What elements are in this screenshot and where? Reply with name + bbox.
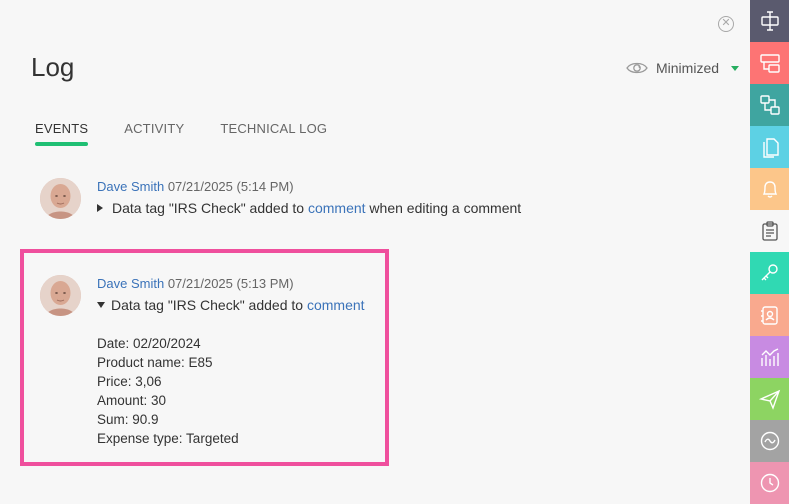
sidebar-button-layout[interactable] bbox=[750, 42, 789, 84]
right-toolbar bbox=[750, 0, 789, 504]
avatar[interactable] bbox=[40, 275, 81, 316]
sidebar-button-history[interactable] bbox=[750, 462, 789, 504]
view-mode-dropdown[interactable]: Minimized bbox=[626, 57, 740, 79]
sidebar-button-notifications[interactable] bbox=[750, 168, 789, 210]
avatar[interactable] bbox=[40, 178, 81, 219]
chevron-down-icon bbox=[731, 65, 740, 71]
entry-header: Dave Smith 07/21/2025 (5:14 PM) bbox=[97, 179, 294, 194]
sidebar-button-activity[interactable] bbox=[750, 420, 789, 462]
message-suffix: when editing a comment bbox=[365, 200, 522, 216]
connect-icon bbox=[759, 95, 780, 115]
key-icon bbox=[761, 264, 778, 281]
bell-icon bbox=[762, 181, 777, 198]
entry-details: Date: 02/20/2024 Product name: E85 Price… bbox=[97, 334, 239, 448]
entry-timestamp: 07/21/2025 (5:13 PM) bbox=[167, 276, 294, 291]
close-button[interactable]: ✕ bbox=[718, 16, 734, 32]
detail-expense-type: Expense type: Targeted bbox=[97, 431, 239, 446]
text-cursor-icon bbox=[760, 11, 779, 31]
eye-icon bbox=[626, 62, 648, 74]
sidebar-button-analytics[interactable] bbox=[750, 336, 789, 378]
log-tabs: EVENTS ACTIVITY TECHNICAL LOG bbox=[35, 121, 363, 146]
sidebar-button-key[interactable] bbox=[750, 252, 789, 294]
entry-timestamp: 07/21/2025 (5:14 PM) bbox=[167, 179, 294, 194]
detail-date: Date: 02/20/2024 bbox=[97, 336, 201, 351]
author-link[interactable]: Dave Smith bbox=[97, 179, 164, 194]
message-text: Data tag "IRS Check" added to bbox=[111, 297, 307, 313]
sidebar-button-contacts[interactable] bbox=[750, 294, 789, 336]
sidebar-button-text-cursor[interactable] bbox=[750, 0, 789, 42]
tab-events[interactable]: EVENTS bbox=[35, 121, 89, 146]
collapse-arrow-icon[interactable] bbox=[97, 302, 105, 308]
clock-icon bbox=[760, 473, 779, 493]
documents-icon bbox=[762, 138, 779, 158]
chart-icon bbox=[760, 348, 779, 366]
contact-card-icon bbox=[760, 306, 778, 325]
clipboard-icon bbox=[761, 221, 778, 241]
message-text: Data tag "IRS Check" added to bbox=[112, 200, 308, 216]
sidebar-button-clipboard[interactable] bbox=[750, 210, 789, 252]
paper-plane-icon bbox=[758, 389, 780, 410]
entry-message: Data tag "IRS Check" added to comment bbox=[97, 297, 365, 313]
wave-icon bbox=[760, 431, 779, 451]
comment-link[interactable]: comment bbox=[308, 200, 366, 216]
tab-technical-log[interactable]: TECHNICAL LOG bbox=[220, 121, 327, 146]
view-mode-label: Minimized bbox=[656, 60, 720, 76]
detail-sum: Sum: 90.9 bbox=[97, 412, 159, 427]
comment-link[interactable]: comment bbox=[307, 297, 365, 313]
tab-activity[interactable]: ACTIVITY bbox=[124, 121, 184, 146]
detail-amount: Amount: 30 bbox=[97, 393, 167, 408]
page-title: Log bbox=[31, 52, 75, 82]
sidebar-button-connect[interactable] bbox=[750, 84, 789, 126]
expand-arrow-icon[interactable] bbox=[97, 204, 103, 212]
entry-header: Dave Smith 07/21/2025 (5:13 PM) bbox=[97, 276, 294, 291]
detail-product-name: Product name: E85 bbox=[97, 355, 213, 370]
author-link[interactable]: Dave Smith bbox=[97, 276, 164, 291]
sidebar-button-send[interactable] bbox=[750, 378, 789, 420]
entry-message: Data tag "IRS Check" added to comment wh… bbox=[97, 200, 521, 216]
sidebar-button-documents[interactable] bbox=[750, 126, 789, 168]
close-icon: ✕ bbox=[721, 17, 731, 29]
detail-price: Price: 3,06 bbox=[97, 374, 162, 389]
layout-blocks-icon bbox=[759, 54, 780, 73]
